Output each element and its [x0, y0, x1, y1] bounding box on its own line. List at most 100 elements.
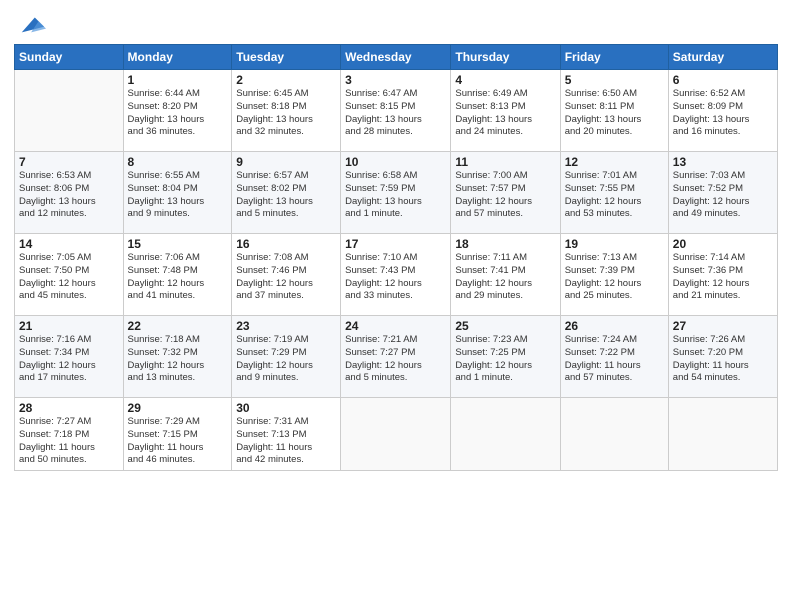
day-number: 13: [673, 155, 773, 169]
weekday-header-monday: Monday: [123, 45, 232, 70]
day-info: Sunrise: 6:55 AM Sunset: 8:04 PM Dayligh…: [128, 170, 228, 221]
day-number: 5: [565, 73, 664, 87]
calendar-cell: 7Sunrise: 6:53 AM Sunset: 8:06 PM Daylig…: [15, 152, 124, 234]
day-info: Sunrise: 7:06 AM Sunset: 7:48 PM Dayligh…: [128, 252, 228, 303]
day-info: Sunrise: 6:45 AM Sunset: 8:18 PM Dayligh…: [236, 88, 336, 139]
day-number: 9: [236, 155, 336, 169]
logo-icon: [18, 10, 46, 38]
day-number: 11: [455, 155, 555, 169]
day-info: Sunrise: 6:44 AM Sunset: 8:20 PM Dayligh…: [128, 88, 228, 139]
calendar-cell: 15Sunrise: 7:06 AM Sunset: 7:48 PM Dayli…: [123, 234, 232, 316]
calendar-cell: [341, 398, 451, 471]
calendar-cell: 29Sunrise: 7:29 AM Sunset: 7:15 PM Dayli…: [123, 398, 232, 471]
calendar-cell: 10Sunrise: 6:58 AM Sunset: 7:59 PM Dayli…: [341, 152, 451, 234]
calendar-cell: 12Sunrise: 7:01 AM Sunset: 7:55 PM Dayli…: [560, 152, 668, 234]
day-info: Sunrise: 7:29 AM Sunset: 7:15 PM Dayligh…: [128, 416, 228, 467]
calendar-cell: 2Sunrise: 6:45 AM Sunset: 8:18 PM Daylig…: [232, 70, 341, 152]
day-number: 4: [455, 73, 555, 87]
calendar-cell: [15, 70, 124, 152]
day-info: Sunrise: 7:11 AM Sunset: 7:41 PM Dayligh…: [455, 252, 555, 303]
day-info: Sunrise: 7:18 AM Sunset: 7:32 PM Dayligh…: [128, 334, 228, 385]
day-info: Sunrise: 7:13 AM Sunset: 7:39 PM Dayligh…: [565, 252, 664, 303]
day-info: Sunrise: 6:50 AM Sunset: 8:11 PM Dayligh…: [565, 88, 664, 139]
calendar-week-row: 14Sunrise: 7:05 AM Sunset: 7:50 PM Dayli…: [15, 234, 778, 316]
day-number: 18: [455, 237, 555, 251]
calendar-cell: 8Sunrise: 6:55 AM Sunset: 8:04 PM Daylig…: [123, 152, 232, 234]
day-number: 24: [345, 319, 446, 333]
day-number: 3: [345, 73, 446, 87]
day-info: Sunrise: 7:08 AM Sunset: 7:46 PM Dayligh…: [236, 252, 336, 303]
day-number: 20: [673, 237, 773, 251]
day-number: 2: [236, 73, 336, 87]
day-number: 29: [128, 401, 228, 415]
day-info: Sunrise: 7:31 AM Sunset: 7:13 PM Dayligh…: [236, 416, 336, 467]
calendar-cell: 22Sunrise: 7:18 AM Sunset: 7:32 PM Dayli…: [123, 316, 232, 398]
calendar-cell: 21Sunrise: 7:16 AM Sunset: 7:34 PM Dayli…: [15, 316, 124, 398]
day-info: Sunrise: 7:23 AM Sunset: 7:25 PM Dayligh…: [455, 334, 555, 385]
day-number: 23: [236, 319, 336, 333]
calendar-cell: 4Sunrise: 6:49 AM Sunset: 8:13 PM Daylig…: [451, 70, 560, 152]
day-info: Sunrise: 7:24 AM Sunset: 7:22 PM Dayligh…: [565, 334, 664, 385]
calendar-cell: 30Sunrise: 7:31 AM Sunset: 7:13 PM Dayli…: [232, 398, 341, 471]
calendar-cell: 6Sunrise: 6:52 AM Sunset: 8:09 PM Daylig…: [668, 70, 777, 152]
day-info: Sunrise: 7:03 AM Sunset: 7:52 PM Dayligh…: [673, 170, 773, 221]
calendar-cell: 28Sunrise: 7:27 AM Sunset: 7:18 PM Dayli…: [15, 398, 124, 471]
calendar-cell: 20Sunrise: 7:14 AM Sunset: 7:36 PM Dayli…: [668, 234, 777, 316]
day-info: Sunrise: 7:16 AM Sunset: 7:34 PM Dayligh…: [19, 334, 119, 385]
day-info: Sunrise: 7:21 AM Sunset: 7:27 PM Dayligh…: [345, 334, 446, 385]
day-info: Sunrise: 7:10 AM Sunset: 7:43 PM Dayligh…: [345, 252, 446, 303]
weekday-header-saturday: Saturday: [668, 45, 777, 70]
calendar-cell: 14Sunrise: 7:05 AM Sunset: 7:50 PM Dayli…: [15, 234, 124, 316]
page: SundayMondayTuesdayWednesdayThursdayFrid…: [0, 0, 792, 612]
day-number: 7: [19, 155, 119, 169]
day-number: 25: [455, 319, 555, 333]
day-info: Sunrise: 6:57 AM Sunset: 8:02 PM Dayligh…: [236, 170, 336, 221]
day-info: Sunrise: 7:26 AM Sunset: 7:20 PM Dayligh…: [673, 334, 773, 385]
day-number: 21: [19, 319, 119, 333]
day-number: 8: [128, 155, 228, 169]
day-number: 17: [345, 237, 446, 251]
weekday-header-row: SundayMondayTuesdayWednesdayThursdayFrid…: [15, 45, 778, 70]
day-info: Sunrise: 6:47 AM Sunset: 8:15 PM Dayligh…: [345, 88, 446, 139]
calendar-cell: 13Sunrise: 7:03 AM Sunset: 7:52 PM Dayli…: [668, 152, 777, 234]
day-number: 19: [565, 237, 664, 251]
calendar-cell: [560, 398, 668, 471]
day-number: 30: [236, 401, 336, 415]
calendar-cell: [451, 398, 560, 471]
day-info: Sunrise: 7:19 AM Sunset: 7:29 PM Dayligh…: [236, 334, 336, 385]
day-info: Sunrise: 6:49 AM Sunset: 8:13 PM Dayligh…: [455, 88, 555, 139]
day-info: Sunrise: 7:01 AM Sunset: 7:55 PM Dayligh…: [565, 170, 664, 221]
day-info: Sunrise: 7:00 AM Sunset: 7:57 PM Dayligh…: [455, 170, 555, 221]
day-number: 10: [345, 155, 446, 169]
calendar-cell: 26Sunrise: 7:24 AM Sunset: 7:22 PM Dayli…: [560, 316, 668, 398]
calendar-cell: [668, 398, 777, 471]
weekday-header-friday: Friday: [560, 45, 668, 70]
calendar-cell: 1Sunrise: 6:44 AM Sunset: 8:20 PM Daylig…: [123, 70, 232, 152]
day-number: 28: [19, 401, 119, 415]
day-number: 12: [565, 155, 664, 169]
calendar-cell: 23Sunrise: 7:19 AM Sunset: 7:29 PM Dayli…: [232, 316, 341, 398]
day-info: Sunrise: 6:52 AM Sunset: 8:09 PM Dayligh…: [673, 88, 773, 139]
calendar-week-row: 7Sunrise: 6:53 AM Sunset: 8:06 PM Daylig…: [15, 152, 778, 234]
weekday-header-tuesday: Tuesday: [232, 45, 341, 70]
day-number: 26: [565, 319, 664, 333]
calendar-cell: 3Sunrise: 6:47 AM Sunset: 8:15 PM Daylig…: [341, 70, 451, 152]
day-number: 22: [128, 319, 228, 333]
calendar-table: SundayMondayTuesdayWednesdayThursdayFrid…: [14, 44, 778, 471]
calendar-cell: 9Sunrise: 6:57 AM Sunset: 8:02 PM Daylig…: [232, 152, 341, 234]
day-number: 16: [236, 237, 336, 251]
day-info: Sunrise: 6:58 AM Sunset: 7:59 PM Dayligh…: [345, 170, 446, 221]
day-number: 14: [19, 237, 119, 251]
calendar-cell: 19Sunrise: 7:13 AM Sunset: 7:39 PM Dayli…: [560, 234, 668, 316]
calendar-cell: 5Sunrise: 6:50 AM Sunset: 8:11 PM Daylig…: [560, 70, 668, 152]
calendar-week-row: 28Sunrise: 7:27 AM Sunset: 7:18 PM Dayli…: [15, 398, 778, 471]
day-info: Sunrise: 7:05 AM Sunset: 7:50 PM Dayligh…: [19, 252, 119, 303]
header: [14, 10, 778, 38]
day-number: 15: [128, 237, 228, 251]
weekday-header-wednesday: Wednesday: [341, 45, 451, 70]
calendar-cell: 11Sunrise: 7:00 AM Sunset: 7:57 PM Dayli…: [451, 152, 560, 234]
calendar-week-row: 1Sunrise: 6:44 AM Sunset: 8:20 PM Daylig…: [15, 70, 778, 152]
day-info: Sunrise: 7:27 AM Sunset: 7:18 PM Dayligh…: [19, 416, 119, 467]
calendar-week-row: 21Sunrise: 7:16 AM Sunset: 7:34 PM Dayli…: [15, 316, 778, 398]
calendar-cell: 24Sunrise: 7:21 AM Sunset: 7:27 PM Dayli…: [341, 316, 451, 398]
